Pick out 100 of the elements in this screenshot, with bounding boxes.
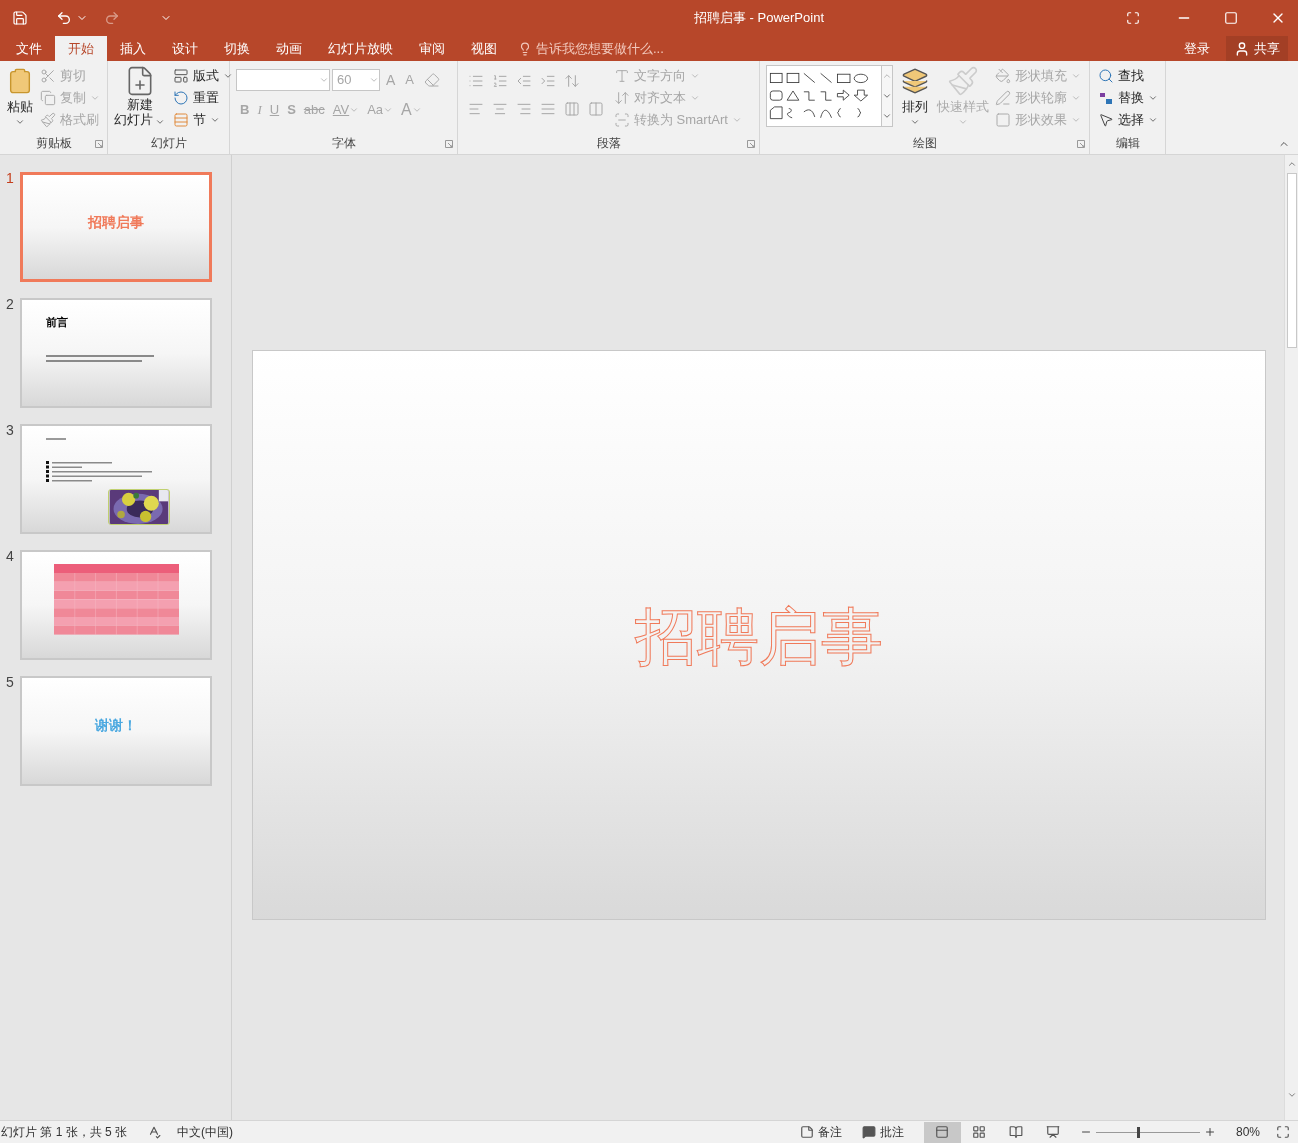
- arrange-button[interactable]: 排列: [901, 65, 929, 127]
- align-left-icon[interactable]: [468, 101, 484, 117]
- group-label: 幻灯片: [150, 135, 187, 152]
- comment-icon: [861, 1125, 876, 1139]
- person-icon: [1234, 40, 1250, 57]
- clear-format-icon[interactable]: [424, 72, 440, 88]
- slide-thumbnail[interactable]: [20, 424, 212, 534]
- group-label: 字体: [331, 135, 356, 152]
- slide-number: 2: [5, 297, 15, 311]
- ribbon-button[interactable]: 版式: [171, 65, 235, 87]
- shape-effect-icon: [995, 112, 1011, 128]
- layout-icon: [173, 68, 189, 84]
- align-right-icon[interactable]: [516, 101, 532, 117]
- caret-icon: [369, 75, 379, 85]
- zoom-thumb[interactable]: [1136, 1126, 1140, 1138]
- normal-view-icon: [935, 1125, 950, 1139]
- slide-title: 招聘启事: [88, 213, 144, 232]
- line-spacing-icon[interactable]: [564, 73, 580, 89]
- group-label: 编辑: [1115, 135, 1140, 152]
- justify-icon[interactable]: [540, 101, 556, 117]
- slide-number: 3: [5, 423, 15, 437]
- redo-icon[interactable]: [104, 10, 120, 26]
- reading-view-icon: [1009, 1125, 1024, 1139]
- ribbon-tab[interactable]: 动画: [263, 36, 315, 61]
- ribbon-display-icon[interactable]: [1126, 11, 1140, 25]
- zoom-in-icon[interactable]: [1203, 1126, 1216, 1138]
- copy-icon: [40, 90, 56, 106]
- paste-button[interactable]: 粘贴: [6, 65, 34, 127]
- dialog-launcher-icon[interactable]: [95, 140, 103, 148]
- decrease-indent-icon[interactable]: [516, 73, 532, 89]
- comments-button[interactable]: 批注: [861, 1123, 904, 1141]
- ribbon-button[interactable]: 查找: [1096, 65, 1160, 87]
- slide-number: 5: [5, 675, 15, 689]
- ribbon-tab[interactable]: 视图: [458, 36, 510, 61]
- group-label: 绘图: [912, 135, 937, 152]
- fit-slide-icon[interactable]: [1276, 1125, 1290, 1139]
- scroll-down-icon[interactable]: [882, 91, 892, 101]
- increase-indent-icon[interactable]: [540, 73, 556, 89]
- slide-thumbnail[interactable]: 前言: [20, 298, 212, 408]
- language-label[interactable]: 中文(中国): [177, 1123, 234, 1141]
- slideshow-icon: [1046, 1125, 1061, 1139]
- zoom-slider[interactable]: [1095, 1126, 1200, 1138]
- scroll-thumb[interactable]: [1286, 173, 1297, 348]
- gallery-scrollbar[interactable]: [882, 65, 893, 127]
- scroll-up-icon[interactable]: [882, 71, 892, 81]
- group-label: 剪贴板: [35, 135, 72, 152]
- dialog-launcher-icon[interactable]: [747, 140, 755, 148]
- dialog-launcher-icon[interactable]: [1077, 140, 1085, 148]
- more-icon[interactable]: [882, 111, 892, 121]
- align-center-icon[interactable]: [492, 101, 508, 117]
- slide-title: 谢谢！: [95, 716, 137, 735]
- ribbon-tab[interactable]: 文件: [3, 36, 55, 61]
- slide-count: 幻灯片 第 1 张，共 5 张: [1, 1124, 128, 1141]
- slide-title: 前言: [46, 315, 69, 330]
- window-title: 招聘启事 - PowerPoint: [693, 9, 824, 28]
- zoom-percent[interactable]: 80%: [1235, 1123, 1260, 1141]
- numbering-icon[interactable]: [492, 73, 508, 89]
- ribbon-button[interactable]: 替换: [1096, 87, 1160, 109]
- scissors-icon: [40, 68, 56, 84]
- spell-check-icon[interactable]: [147, 1125, 162, 1139]
- smartart-icon: [614, 112, 630, 128]
- ribbon-button[interactable]: 重置: [171, 87, 235, 109]
- scroll-down-icon[interactable]: [1286, 1090, 1297, 1100]
- replace-icon: [1098, 90, 1114, 106]
- share-button[interactable]: 共享: [1226, 36, 1288, 61]
- new-slide-button[interactable]: 新建 幻灯片: [114, 65, 165, 127]
- undo-icon[interactable]: [56, 10, 72, 26]
- distribute-icon[interactable]: [564, 101, 580, 117]
- ribbon-tab[interactable]: 插入: [107, 36, 159, 61]
- reset-icon: [173, 90, 189, 106]
- ribbon-tab[interactable]: 开始: [55, 36, 107, 61]
- ribbon-button[interactable]: 选择: [1096, 109, 1160, 131]
- sign-in-link[interactable]: 登录: [1176, 36, 1218, 61]
- scroll-up-icon[interactable]: [1286, 159, 1297, 169]
- text-lines-drawing: [46, 438, 66, 441]
- slide-title: 招聘启事: [635, 600, 883, 673]
- ribbon-tab[interactable]: 幻灯片放映: [315, 36, 406, 61]
- columns-icon[interactable]: [588, 101, 604, 117]
- ribbon-tab[interactable]: 切换: [211, 36, 263, 61]
- grid-view-icon: [972, 1125, 987, 1139]
- align-text-icon: [614, 90, 630, 106]
- brush-icon: [40, 112, 56, 128]
- bullets-icon[interactable]: [468, 73, 484, 89]
- tell-me-field[interactable]: 告诉我您想要做什么...: [518, 36, 696, 61]
- section-icon: [173, 112, 189, 128]
- save-icon[interactable]: [12, 10, 28, 26]
- maximize-icon[interactable]: [1224, 11, 1238, 25]
- search-icon: [1098, 68, 1114, 84]
- slide-thumbnail[interactable]: [20, 550, 212, 660]
- ribbon-tab[interactable]: 审阅: [406, 36, 458, 61]
- pointer-icon: [1098, 112, 1114, 128]
- normal-view-button[interactable]: [923, 1121, 961, 1143]
- pencil-icon: [995, 90, 1011, 106]
- shape-gallery-drawing[interactable]: [766, 65, 882, 127]
- ribbon-button[interactable]: 节: [171, 109, 235, 131]
- caret-icon: [319, 75, 329, 85]
- ribbon-tab[interactable]: 设计: [159, 36, 211, 61]
- notes-button[interactable]: 备注: [799, 1123, 842, 1141]
- brush-icon: [947, 65, 979, 97]
- font-name-field[interactable]: [236, 69, 330, 91]
